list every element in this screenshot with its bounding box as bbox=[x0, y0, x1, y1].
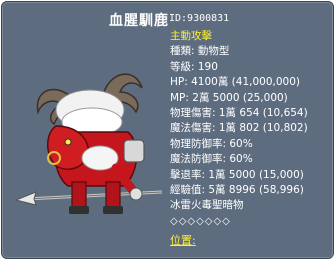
stat-knockback: 擊退率: 1萬 5000 (15,000) bbox=[170, 168, 304, 181]
aggressive-label: 主動攻擊 bbox=[170, 30, 212, 42]
monster-name: 血腥馴鹿 bbox=[109, 13, 169, 29]
stat-physical-defense: 物理防御率: 60% bbox=[170, 137, 253, 150]
stat-magic-damage: 魔法傷害: 1萬 802 (10,802) bbox=[170, 122, 308, 135]
monster-id: ID:9300831 bbox=[169, 13, 230, 24]
stat-hp: HP: 4100萬 (41,000,000) bbox=[170, 76, 300, 89]
bloody-reindeer-portrait bbox=[12, 62, 167, 222]
stat-experience: 經驗值: 5萬 8996 (58,996) bbox=[170, 183, 304, 196]
stat-magic-defense: 魔法防御率: 60% bbox=[170, 153, 253, 166]
location-link[interactable]: 位置: bbox=[170, 233, 330, 248]
reindeer-illustration bbox=[14, 73, 163, 214]
monster-info-panel: 血腥馴鹿 ID:9300831 主動攻擊 種類: 動物型 等級: 190 HP:… bbox=[1, 1, 334, 259]
stat-mp: MP: 2萬 5000 (25,000) bbox=[170, 91, 288, 104]
stat-physical-damage: 物理傷害: 1萬 654 (10,654) bbox=[170, 106, 308, 119]
element-diamonds: ◇◇◇◇◇◇◇ bbox=[170, 215, 231, 227]
stat-level: 等級: 190 bbox=[170, 60, 218, 73]
stats-list: 主動攻擊 種類: 動物型 等級: 190 HP: 4100萬 (41,000,0… bbox=[170, 29, 330, 248]
stat-type: 種類: 動物型 bbox=[170, 45, 230, 58]
title-row: 血腥馴鹿 ID:9300831 bbox=[2, 8, 333, 30]
stat-elements: 冰雷火毒聖暗物 bbox=[170, 199, 244, 212]
